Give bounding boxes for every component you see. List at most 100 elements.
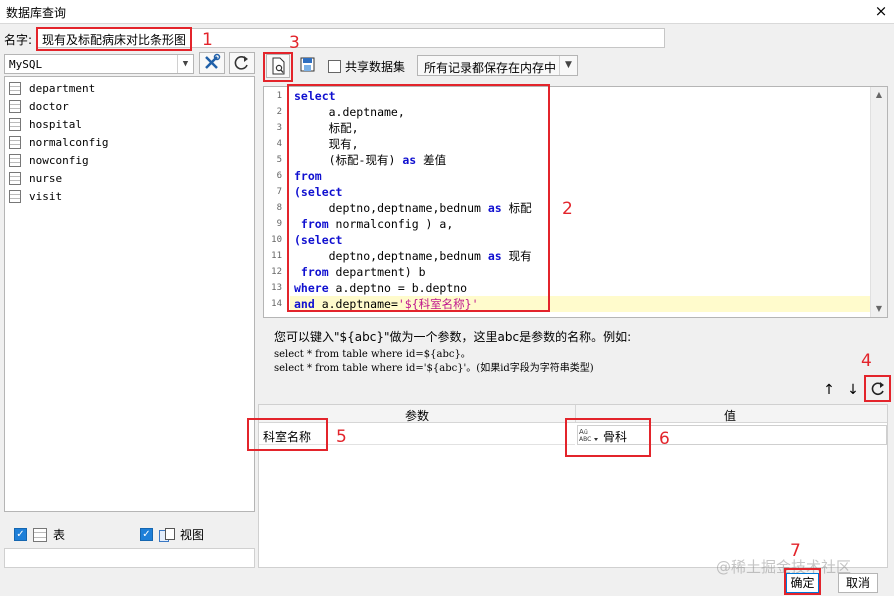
line-number: 4 bbox=[276, 139, 282, 149]
line-number: 2 bbox=[276, 107, 282, 117]
list-item[interactable]: department bbox=[9, 80, 95, 96]
refresh-params-button[interactable] bbox=[868, 380, 888, 400]
sql-text: (标配-现有) bbox=[294, 153, 403, 167]
code-line: deptno,deptname,bednum as 现有 bbox=[294, 248, 532, 264]
code-line: 标配, bbox=[294, 120, 359, 136]
code-line: deptno,deptname,bednum as 标配 bbox=[294, 200, 532, 216]
annotation-number: 7 bbox=[790, 541, 801, 561]
value-column-header: 值 bbox=[724, 409, 737, 423]
code-line: and a.deptname='${科室名称}' bbox=[294, 296, 479, 312]
memory-mode-select[interactable]: 所有记录都保存在内存中 ▼ bbox=[417, 55, 578, 76]
table-icon bbox=[9, 81, 21, 95]
sql-keyword: from bbox=[294, 169, 322, 183]
table-icon bbox=[9, 153, 21, 167]
code-line: select bbox=[294, 88, 336, 104]
line-number: 14 bbox=[271, 299, 282, 309]
sql-keyword: as bbox=[402, 153, 417, 167]
table-list[interactable]: department doctor hospital normalconfig … bbox=[4, 76, 255, 512]
sql-keyword: select bbox=[294, 89, 336, 103]
line-number: 12 bbox=[271, 267, 282, 277]
save-icon bbox=[300, 57, 315, 72]
name-label: 名字: bbox=[4, 33, 33, 47]
abc-type-icon[interactable]: A ü ABC bbox=[577, 426, 599, 444]
db-type-select[interactable]: MySQL ▼ bbox=[4, 54, 194, 74]
code-line: from department) b bbox=[294, 264, 426, 280]
editor-scrollbar[interactable]: ▲ ▼ bbox=[870, 87, 887, 317]
sql-keyword: as bbox=[487, 249, 502, 263]
move-up-button[interactable]: ↑ bbox=[820, 381, 838, 399]
param-column-header: 参数 bbox=[405, 409, 430, 423]
sql-text: department) b bbox=[328, 265, 426, 279]
list-item[interactable]: visit bbox=[9, 188, 62, 204]
refresh-tables-button[interactable] bbox=[229, 52, 255, 74]
table-icon bbox=[9, 99, 21, 113]
svg-text:ü: ü bbox=[584, 429, 588, 436]
name-input[interactable]: 现有及标配病床对比条形图 bbox=[37, 28, 665, 48]
sql-text: deptno,deptname,bednum bbox=[294, 249, 488, 263]
name-row: 名字: 现有及标配病床对比条形图 bbox=[0, 26, 894, 50]
annotation-number: 3 bbox=[289, 33, 300, 53]
params-header: 参数 值 bbox=[259, 405, 887, 423]
show-views-checkbox[interactable]: ✓ bbox=[140, 528, 153, 541]
sql-text: 差值 bbox=[416, 153, 447, 167]
window-title: 数据库查询 bbox=[6, 6, 67, 20]
refresh-icon bbox=[234, 56, 248, 70]
table-filter-input[interactable] bbox=[4, 548, 255, 568]
move-down-button[interactable]: ↓ bbox=[844, 381, 862, 399]
sql-code[interactable]: select a.deptname, 标配, 现有, (标配-现有) as 差值… bbox=[290, 87, 870, 317]
show-views-label: 视图 bbox=[180, 528, 205, 542]
tools-icon bbox=[205, 53, 221, 69]
title-bar: 数据库查询 × bbox=[0, 0, 894, 24]
param-name-cell[interactable]: 科室名称 bbox=[259, 425, 575, 445]
sql-text: 现有 bbox=[501, 249, 532, 263]
cancel-button[interactable]: 取消 bbox=[838, 573, 878, 593]
sql-keyword: from bbox=[294, 265, 329, 279]
list-item[interactable]: nowconfig bbox=[9, 152, 89, 168]
show-tables-toggle[interactable]: ✓ 表 bbox=[14, 526, 65, 543]
show-tables-checkbox[interactable]: ✓ bbox=[14, 528, 27, 541]
table-icon bbox=[9, 117, 21, 131]
tools-button[interactable] bbox=[199, 52, 225, 74]
memory-mode-value: 所有记录都保存在内存中 bbox=[424, 61, 557, 75]
scroll-up-icon[interactable]: ▲ bbox=[871, 87, 887, 103]
chevron-down-icon[interactable]: ▼ bbox=[177, 55, 193, 73]
show-views-toggle[interactable]: ✓ 视图 bbox=[140, 526, 204, 543]
share-dataset-toggle[interactable]: 共享数据集 bbox=[328, 58, 405, 75]
table-icon bbox=[33, 527, 47, 542]
sql-editor[interactable]: 1 2 3 4 5 6 7 8 9 10 11 12 13 14 select a.deptname, 标… bbox=[263, 86, 888, 318]
table-icon bbox=[9, 171, 21, 185]
sql-string: '${科室名称}' bbox=[397, 297, 479, 311]
code-line: a.deptname, bbox=[294, 104, 405, 120]
ok-button[interactable]: 确定 bbox=[786, 573, 819, 593]
close-button[interactable]: × bbox=[872, 3, 890, 21]
list-item[interactable]: nurse bbox=[9, 170, 62, 186]
annotation-number: 4 bbox=[861, 351, 872, 371]
table-icon bbox=[9, 189, 21, 203]
line-number: 6 bbox=[276, 171, 282, 181]
db-type-value: MySQL bbox=[9, 58, 43, 71]
list-item[interactable]: normalconfig bbox=[9, 134, 108, 150]
sql-text: 标配, bbox=[294, 121, 359, 135]
list-item[interactable]: doctor bbox=[9, 98, 69, 114]
open-sql-file-button[interactable] bbox=[266, 54, 290, 78]
line-number: 10 bbox=[271, 235, 282, 245]
sql-text: 现有, bbox=[294, 137, 359, 151]
param-name: 科室名称 bbox=[263, 430, 312, 444]
sql-text: 标配 bbox=[501, 201, 532, 215]
sql-text: a.deptname= bbox=[314, 297, 398, 311]
sql-keyword: from bbox=[294, 217, 329, 231]
sql-text: a.deptname, bbox=[294, 105, 405, 119]
line-number: 7 bbox=[276, 187, 282, 197]
line-number: 1 bbox=[276, 91, 282, 101]
scroll-down-icon[interactable]: ▼ bbox=[871, 301, 887, 317]
annotation-number: 2 bbox=[562, 199, 573, 219]
code-line: (select bbox=[294, 232, 342, 248]
line-number: 11 bbox=[271, 251, 282, 261]
list-item[interactable]: hospital bbox=[9, 116, 82, 132]
save-query-button[interactable] bbox=[297, 54, 321, 78]
chevron-down-icon[interactable]: ▼ bbox=[559, 56, 577, 75]
param-hint-line: 您可以键入"${abc}"做为一个参数，这里abc是参数的名称。例如: bbox=[274, 330, 632, 344]
line-number: 5 bbox=[276, 155, 282, 165]
param-hint-example: select * from table where id='${abc}'。(如… bbox=[274, 363, 594, 374]
share-dataset-checkbox[interactable] bbox=[328, 60, 341, 73]
